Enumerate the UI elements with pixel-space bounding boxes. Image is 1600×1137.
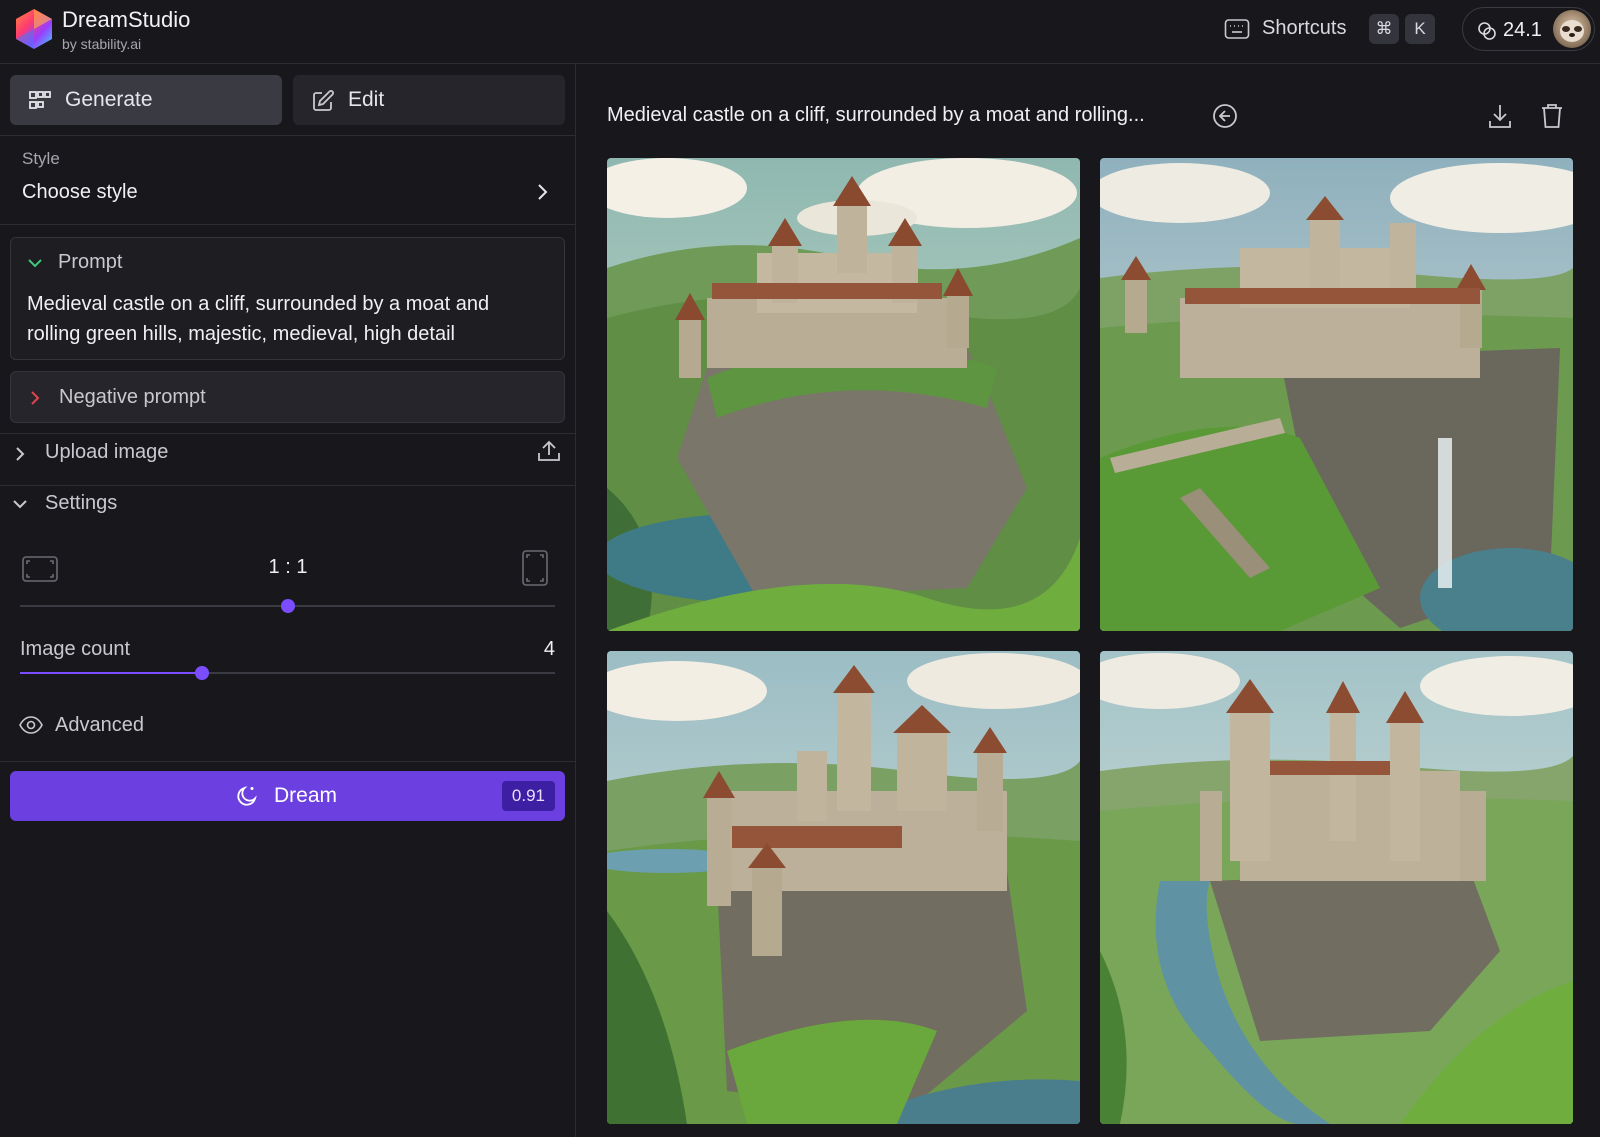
divider (0, 485, 576, 486)
dream-button-label: Dream (274, 784, 338, 807)
arrow-left-circle-icon[interactable] (1212, 103, 1238, 129)
dreamstudio-logo[interactable] (12, 7, 56, 51)
keyboard-icon[interactable] (1224, 18, 1250, 40)
cmd-key: ⌘ (1369, 14, 1399, 44)
grid-icon (29, 91, 51, 109)
avatar[interactable] (1553, 10, 1591, 48)
credits-icon (1478, 22, 1496, 40)
chevron-right-icon[interactable] (535, 182, 551, 202)
credits-pill[interactable]: 24.1 (1462, 7, 1595, 51)
tab-edit[interactable]: Edit (293, 75, 565, 125)
dream-button[interactable]: Dream 0.91 (10, 771, 565, 821)
sidebar: Generate Edit Style Choose style Prompt … (0, 64, 576, 1137)
divider (0, 224, 576, 225)
generated-image-2[interactable] (1100, 158, 1573, 631)
prompt-panel[interactable]: Prompt Medieval castle on a cliff, surro… (10, 237, 565, 360)
download-icon[interactable] (1487, 102, 1513, 130)
chevron-right-icon[interactable] (29, 389, 41, 407)
trash-icon[interactable] (1540, 102, 1564, 130)
brand-subtitle: by stability.ai (62, 36, 142, 52)
eye-icon (19, 716, 43, 734)
image-count-slider-knob[interactable] (194, 666, 209, 680)
advanced-label: Advanced (55, 714, 144, 736)
portrait-icon[interactable] (522, 550, 548, 586)
aspect-ratio-slider[interactable] (20, 599, 555, 613)
brand-name: DreamStudio (62, 7, 191, 32)
generated-image-1[interactable] (607, 158, 1080, 631)
style-value[interactable]: Choose style (22, 181, 138, 204)
tab-edit-label: Edit (348, 88, 385, 111)
upload-icon[interactable] (536, 438, 562, 464)
app-root: DreamStudio by stability.ai Shortcuts ⌘ … (0, 0, 1600, 1137)
edit-icon (313, 90, 334, 111)
credits-value: 24.1 (1503, 19, 1542, 41)
top-bar: DreamStudio by stability.ai Shortcuts ⌘ … (0, 0, 1600, 64)
chevron-down-icon[interactable] (26, 256, 44, 270)
divider (0, 433, 576, 434)
upload-image-title: Upload image (45, 441, 169, 463)
chevron-right-icon[interactable] (12, 446, 28, 462)
dream-cost-badge: 0.91 (501, 781, 555, 811)
generated-image-3[interactable] (607, 651, 1080, 1124)
generation-title: Medieval castle on a cliff, surrounded b… (607, 104, 1145, 126)
negative-prompt-panel[interactable]: Negative prompt (10, 371, 565, 423)
style-label: Style (22, 149, 60, 168)
tab-generate[interactable]: Generate (10, 75, 282, 125)
shortcuts-label[interactable]: Shortcuts (1262, 16, 1346, 40)
moon-icon (237, 786, 257, 806)
image-count-value: 4 (543, 638, 555, 660)
chevron-down-icon[interactable] (12, 496, 28, 512)
brand: DreamStudio by stability.ai (62, 7, 190, 53)
image-count-label: Image count (20, 638, 131, 660)
aspect-ratio-slider-knob[interactable] (280, 599, 295, 613)
prompt-title: Prompt (58, 251, 123, 273)
aspect-ratio-value: 1 : 1 (268, 556, 308, 578)
divider (0, 135, 576, 136)
image-count-slider-fill (20, 672, 202, 674)
landscape-icon[interactable] (22, 556, 58, 582)
generated-image-4[interactable] (1100, 651, 1573, 1124)
k-key: K (1405, 14, 1435, 44)
prompt-input[interactable]: Medieval castle on a cliff, surrounded b… (27, 289, 547, 349)
negative-prompt-title: Negative prompt (59, 386, 206, 408)
tab-generate-label: Generate (65, 88, 153, 111)
settings-title[interactable]: Settings (45, 492, 117, 515)
divider (0, 761, 576, 762)
image-count-slider[interactable] (20, 666, 555, 680)
